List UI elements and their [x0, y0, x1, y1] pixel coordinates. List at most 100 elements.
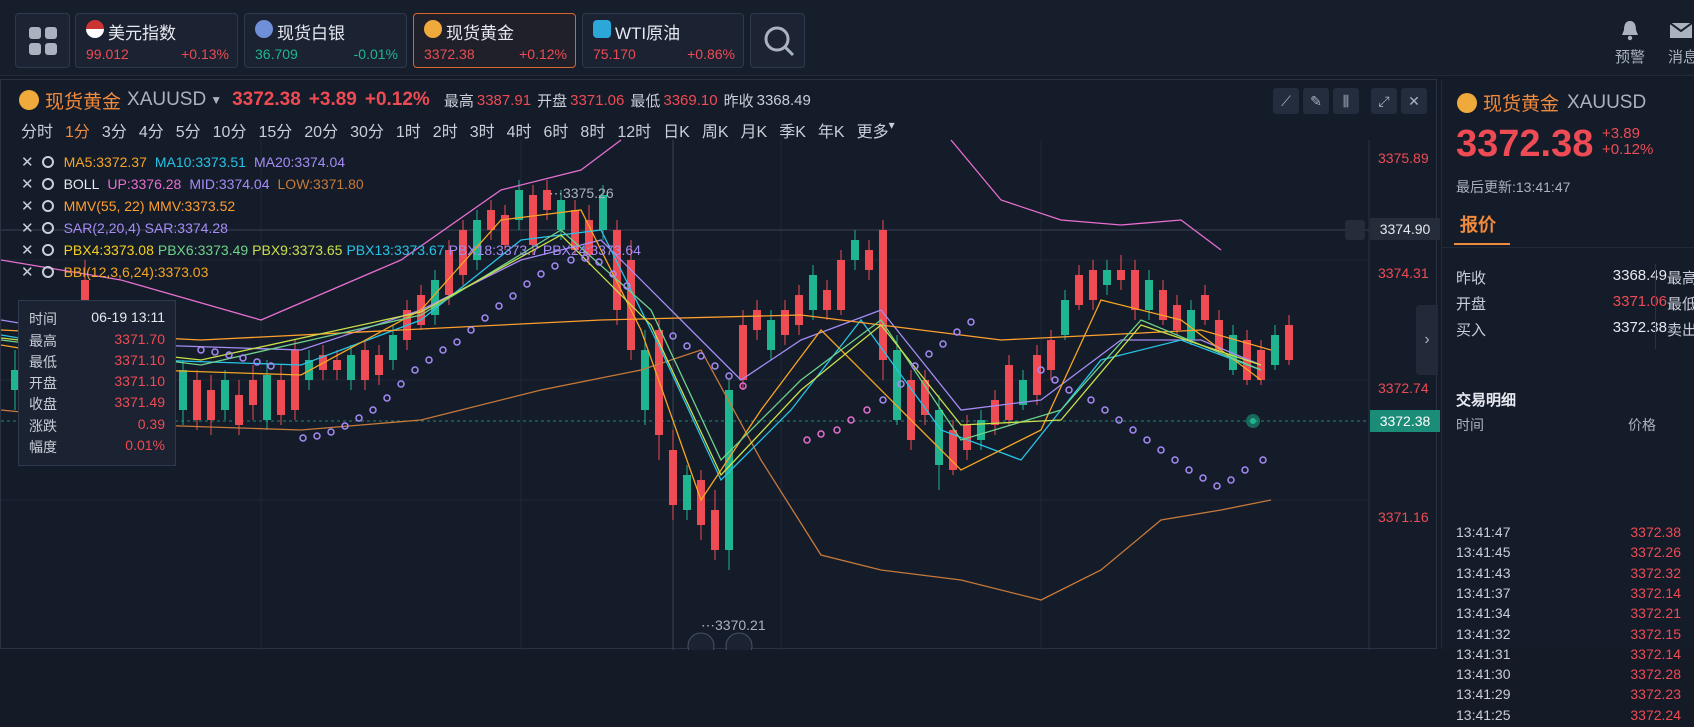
candle-body: [1271, 335, 1279, 365]
sar-dot: [197, 346, 205, 354]
pbx13-value: PBX13:3373.67: [346, 242, 445, 258]
trade-price: 3372.14: [1630, 584, 1681, 601]
sar-dot: [847, 416, 855, 424]
ticker-change: +0.86%: [687, 46, 735, 62]
mmv-value: MMV:3373.52: [148, 198, 236, 214]
gear-icon[interactable]: [41, 244, 54, 256]
trade-row: 13:41:37 3372.14: [1456, 585, 1681, 605]
tip-close: 3371.49: [114, 394, 165, 410]
sar-dot: [1157, 446, 1165, 454]
sar-dot: [1185, 466, 1193, 474]
min-price-label: ⋯3370.21: [701, 617, 766, 633]
sar-dot: [1101, 406, 1109, 414]
grid-icon-part: [29, 43, 41, 55]
side-price: 3372.38: [1456, 123, 1594, 165]
gear-icon[interactable]: [41, 156, 54, 168]
gear-icon[interactable]: [41, 266, 54, 278]
trades-title: 交易明细: [1456, 392, 1517, 409]
tip-time-label: 时间: [29, 311, 57, 327]
quote-value: 3368.49: [1612, 267, 1667, 284]
trade-price: 3372.26: [1630, 544, 1681, 561]
quote-label: 昨收: [1456, 270, 1487, 287]
messages-button[interactable]: 消息: [1668, 18, 1694, 67]
trade-row: 13:41:34 3372.21: [1456, 605, 1681, 625]
gear-icon[interactable]: [41, 178, 54, 190]
us-flag-icon: [86, 20, 104, 38]
trade-price: 3372.14: [1630, 645, 1681, 662]
sar-dot: [967, 318, 975, 326]
collapse-panel-handle[interactable]: ›: [1416, 305, 1438, 375]
alert-button[interactable]: 预警: [1608, 18, 1652, 67]
gear-icon[interactable]: [41, 222, 54, 234]
close-icon[interactable]: ✕: [21, 263, 34, 281]
crosshair-price-label: 3374.90: [1370, 218, 1440, 240]
close-icon[interactable]: ✕: [21, 175, 34, 193]
ticker-price: 3372.38: [424, 46, 475, 62]
candle-body: [1103, 270, 1111, 285]
sar-dot: [1259, 456, 1267, 464]
current-price-label: 3372.38: [1370, 410, 1440, 432]
candle-body: [739, 325, 747, 380]
sar-dot: [817, 430, 825, 438]
candle-body: [1089, 270, 1097, 300]
pbx4-value: PBX4:3373.08: [63, 242, 154, 258]
indicator-ma: ✕ MA5:3372.37 MA10:3373.51 MA20:3374.04: [21, 153, 353, 171]
divider: [1442, 247, 1694, 248]
ma5-value: MA5:3372.37: [63, 154, 147, 170]
close-icon[interactable]: ✕: [21, 241, 34, 259]
search-button[interactable]: [750, 13, 805, 68]
scroll-right-button: [725, 632, 753, 650]
ticker-tile-dxy[interactable]: 美元指数 99.012 +0.13%: [75, 13, 238, 68]
candle-body: [1075, 275, 1083, 305]
price-axis-label: 3371.16: [1378, 509, 1429, 525]
tip-close-label: 收盘: [29, 396, 57, 412]
close-icon[interactable]: ✕: [21, 219, 34, 237]
candle-body: [389, 335, 397, 360]
trade-row: 13:41:29 3372.23: [1456, 686, 1681, 706]
trade-price: 3372.38: [1630, 524, 1681, 540]
gold-icon: [424, 20, 442, 38]
apps-menu-button[interactable]: [15, 13, 70, 68]
side-title: 现货黄金 XAUUSD: [1457, 89, 1646, 116]
side-change-block: +3.89 +0.12%: [1602, 126, 1653, 158]
candle-body: [193, 380, 201, 420]
sar-dot: [939, 340, 947, 348]
sar-dot: [481, 314, 489, 322]
sar-dot: [1065, 386, 1073, 394]
tip-change: 0.39: [137, 416, 165, 432]
side-change: +3.89: [1602, 125, 1640, 142]
sar-dot: [551, 262, 559, 270]
price-axis-label: 3372.74: [1378, 380, 1429, 396]
sar-dot: [537, 270, 545, 278]
col-price: 价格: [1628, 417, 1656, 433]
sar-dot: [523, 280, 531, 288]
ticker-tile-wti[interactable]: WTI原油 75.170 +0.86%: [582, 13, 744, 68]
candle-body: [263, 375, 271, 420]
trade-price: 3372.28: [1630, 666, 1681, 683]
ticker-tile-silver[interactable]: 现货白银 36.709 -0.01%: [244, 13, 407, 68]
tab-quote[interactable]: 报价: [1460, 211, 1496, 237]
chart-panel: 现货黄金 XAUUSD ▼ 3372.38 +3.89 +0.12% 最高 33…: [0, 79, 1440, 650]
candle-body: [235, 395, 243, 425]
trade-row: 13:41:43 3372.32: [1456, 565, 1681, 585]
candle-body: [207, 390, 215, 420]
candle-body: [221, 380, 229, 410]
sar-dot: [411, 366, 419, 374]
boll-name: BOLL: [63, 176, 100, 192]
boll-upper-line: [950, 139, 1222, 251]
candle-body: [809, 275, 817, 310]
candle-body: [1131, 270, 1139, 310]
oil-icon: [593, 20, 611, 38]
ticker-tile-gold[interactable]: 现货黄金 3372.38 +0.12%: [413, 13, 576, 68]
close-icon[interactable]: ✕: [21, 197, 34, 215]
close-icon[interactable]: ✕: [21, 153, 34, 171]
ticker-price: 36.709: [255, 46, 298, 62]
pbx9-value: PBX9:3373.65: [252, 242, 343, 258]
quote-label: 最高: [1667, 270, 1694, 287]
sar-dot: [425, 356, 433, 364]
candle-body: [865, 250, 873, 270]
bell-icon: [1622, 21, 1638, 41]
ticker-name: 现货白银: [277, 24, 345, 43]
gear-icon[interactable]: [41, 200, 54, 212]
tip-open-label: 开盘: [29, 375, 57, 391]
